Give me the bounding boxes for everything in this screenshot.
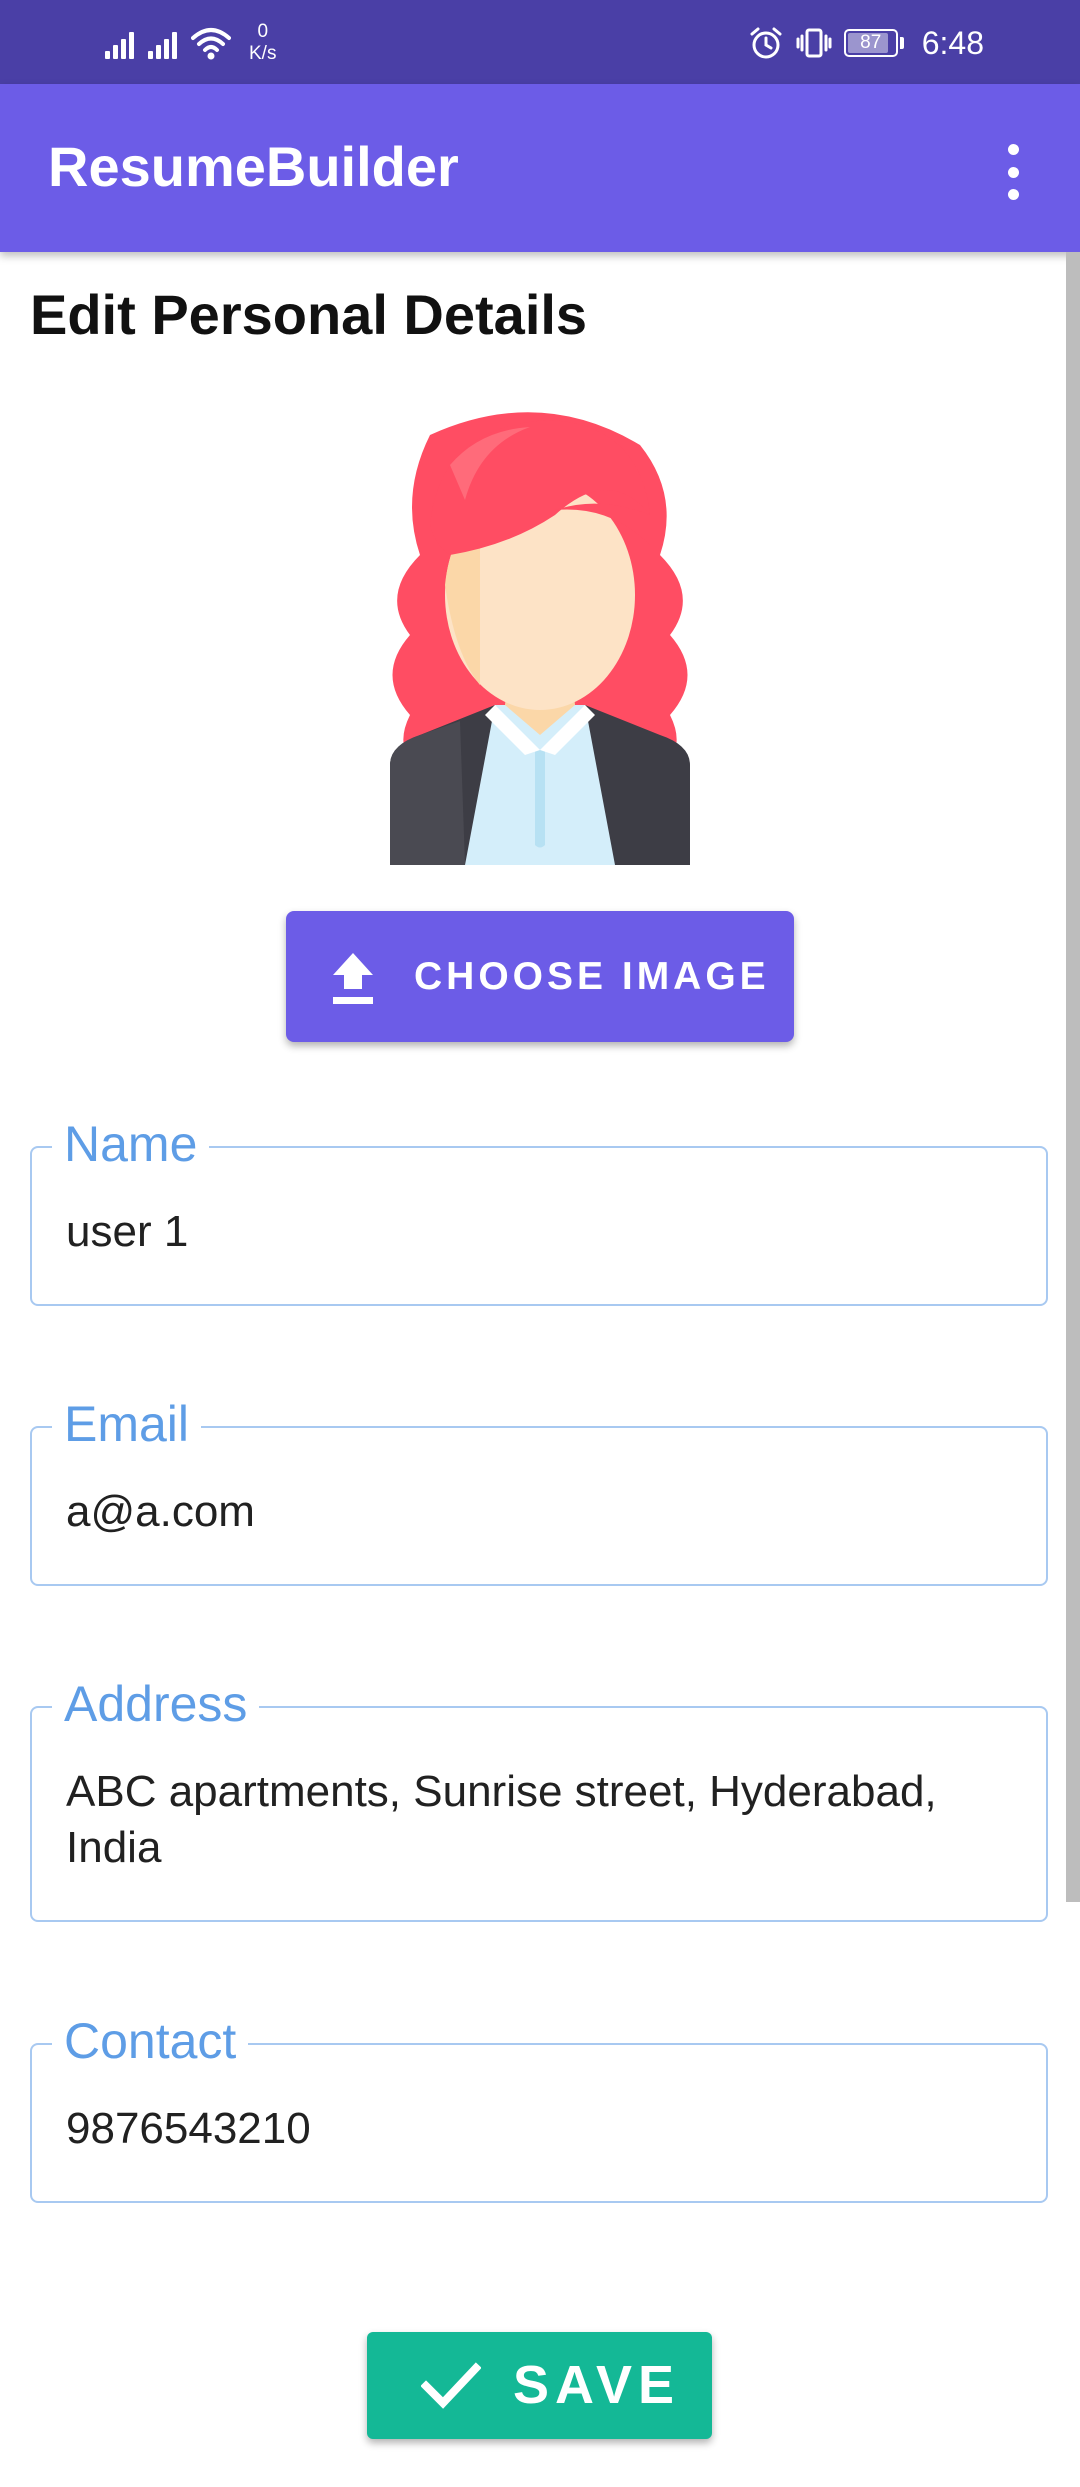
contact-field[interactable]: Contact 9876543210 [30,2009,1048,2203]
app-title: ResumeBuilder [48,135,459,198]
status-bar-left: 0 K/s [105,18,276,68]
wifi-icon [191,28,231,60]
app-bar: ResumeBuilder [0,84,1080,252]
network-speed-unit: K/s [249,43,277,64]
contact-field-value[interactable]: 9876543210 [66,2101,1016,2157]
battery-level: 87 [860,32,882,53]
address-field-label: Address [52,1672,260,1736]
more-vert-icon[interactable] [998,142,1028,202]
alarm-icon [750,27,782,59]
page-title: Edit Personal Details [30,283,588,346]
woman-avatar-icon [390,412,690,865]
choose-image-button[interactable]: CHOOSE IMAGE [286,911,794,1042]
name-field[interactable]: Name user 1 [30,1112,1048,1306]
vibrate-icon [796,28,832,58]
signal-icon-2 [148,27,177,59]
email-field-value[interactable]: a@a.com [66,1484,1016,1540]
email-field[interactable]: Email a@a.com [30,1392,1048,1586]
status-bar-right: 87 6:48 [748,18,984,68]
status-bar: 0 K/s 87 6:48 [0,0,1080,84]
check-icon [421,2362,481,2409]
network-speed-value: 0 [257,21,269,42]
upload-icon [333,953,373,1004]
scrollbar[interactable] [1066,252,1080,1902]
email-field-label: Email [52,1392,202,1456]
battery-icon: 87 [843,29,904,57]
address-field-value[interactable]: ABC apartments, Sunrise street, Hyderaba… [66,1764,1016,1876]
name-field-label: Name [52,1112,210,1176]
network-speed: 0 K/s [249,21,276,65]
name-field-value[interactable]: user 1 [66,1204,1016,1260]
save-label: SAVE [513,2355,681,2415]
address-field[interactable]: Address ABC apartments, Sunrise street, … [30,1672,1048,1922]
contact-field-label: Contact [52,2009,249,2073]
signal-icon [105,27,134,59]
save-button[interactable]: SAVE [367,2332,712,2439]
status-time: 6:48 [921,24,984,61]
choose-image-label: CHOOSE IMAGE [414,955,770,998]
